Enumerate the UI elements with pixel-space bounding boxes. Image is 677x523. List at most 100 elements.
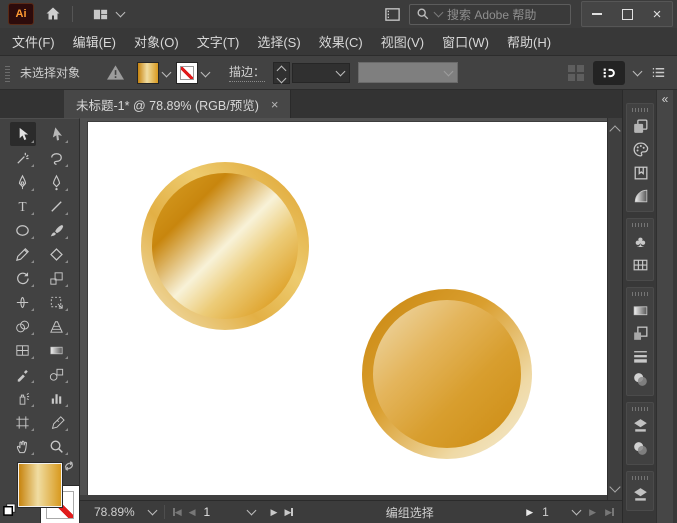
transparency-panel-icon[interactable] <box>630 369 650 389</box>
panel-gripper[interactable] <box>632 407 648 411</box>
magic-wand-tool[interactable] <box>10 146 36 170</box>
stroke-panel-icon[interactable] <box>630 346 650 366</box>
arrange-documents-icon[interactable] <box>89 3 111 25</box>
ellipse-tool[interactable] <box>10 218 36 242</box>
artboard-number-field[interactable]: 1 <box>204 505 230 519</box>
gold-coin-face[interactable] <box>152 173 298 319</box>
last-item-button[interactable]: ▶ <box>605 507 614 517</box>
menu-item[interactable]: 视图(V) <box>381 32 424 51</box>
menu-item[interactable]: 文字(T) <box>197 32 240 51</box>
document-tab[interactable]: 未标题-1* @ 78.89% (RGB/预览) × <box>64 90 292 118</box>
layers-panel-icon[interactable] <box>630 415 650 435</box>
stroke-weight-stepper[interactable] <box>273 61 291 84</box>
last-artboard-button[interactable]: ▶ <box>284 507 294 517</box>
play-selection-icon[interactable]: ▶ <box>526 507 533 517</box>
docs-panel-icon[interactable] <box>381 3 403 25</box>
menu-item[interactable]: 选择(S) <box>257 32 300 51</box>
previous-artboard-button[interactable]: ◀ <box>189 507 196 517</box>
menu-item[interactable]: 编辑(E) <box>73 32 116 51</box>
color-panel-icon[interactable] <box>630 139 650 159</box>
pen-tool[interactable] <box>10 170 36 194</box>
vertical-scrollbar[interactable] <box>607 118 622 500</box>
eraser-tool[interactable] <box>44 242 70 266</box>
panel-gripper[interactable] <box>632 476 648 480</box>
artboards-panel-icon[interactable] <box>630 254 650 274</box>
menu-item[interactable]: 效果(C) <box>319 32 363 51</box>
eyedropper-tool[interactable] <box>10 362 36 386</box>
lasso-tool[interactable] <box>44 146 70 170</box>
libraries-panel-icon[interactable] <box>630 116 650 136</box>
panel-gripper[interactable] <box>632 223 648 227</box>
panel-gripper[interactable] <box>632 108 648 112</box>
swap-fill-stroke-icon[interactable] <box>62 459 76 476</box>
slice-tool[interactable] <box>44 410 70 434</box>
appearance-panel-icon[interactable] <box>630 484 650 504</box>
perspective-grid-tool[interactable] <box>44 314 70 338</box>
opacity-panel-icon[interactable] <box>630 438 650 458</box>
chevron-down-icon[interactable] <box>161 67 172 78</box>
selection-number-field[interactable]: 1 <box>542 505 564 519</box>
zoom-tool[interactable] <box>44 434 70 458</box>
symbol-sprayer-tool[interactable] <box>10 386 36 410</box>
graph-tool[interactable] <box>44 386 70 410</box>
fill-swatch[interactable] <box>17 462 63 508</box>
gold-coin-face[interactable] <box>373 300 521 448</box>
home-icon[interactable] <box>42 3 64 25</box>
pathfinder-panel-icon[interactable] <box>630 323 650 343</box>
minimize-button[interactable] <box>582 2 612 26</box>
panel-list-icon[interactable] <box>650 64 667 81</box>
line-segment-tool[interactable] <box>44 194 70 218</box>
chevron-down-icon[interactable] <box>632 66 643 76</box>
artboard-chevron-icon[interactable] <box>246 505 256 516</box>
brushes-panel-icon[interactable] <box>630 185 650 205</box>
stroke-color-swatch[interactable] <box>176 61 199 84</box>
fill-color-swatch[interactable] <box>137 61 160 84</box>
stroke-weight-select[interactable] <box>292 62 351 83</box>
scroll-down-icon[interactable] <box>609 481 621 493</box>
close-button[interactable]: × <box>642 2 672 26</box>
stroke-weight-label[interactable]: 描边： <box>229 63 266 82</box>
selection-chevron-icon[interactable] <box>571 505 582 516</box>
tab-close-icon[interactable]: × <box>271 97 279 112</box>
chevron-down-icon[interactable] <box>200 67 211 78</box>
selection-tool[interactable] <box>9 122 36 146</box>
next-artboard-button[interactable]: ▶ <box>271 507 278 517</box>
hand-tool[interactable] <box>10 434 36 458</box>
width-tool[interactable] <box>10 290 36 314</box>
paintbrush-tool[interactable] <box>44 218 70 242</box>
direct-selection-tool[interactable] <box>44 122 70 146</box>
workspace-button[interactable] <box>593 60 625 85</box>
zoom-chevron-icon[interactable] <box>147 505 158 516</box>
scroll-up-icon[interactable] <box>609 125 621 137</box>
swatches-panel-icon[interactable] <box>630 162 650 182</box>
chevron-down-icon[interactable] <box>115 7 126 18</box>
mesh-tool[interactable] <box>10 338 36 362</box>
shape-builder-tool[interactable] <box>10 314 36 338</box>
scale-tool[interactable] <box>44 266 70 290</box>
menu-item[interactable]: 文件(F) <box>12 32 55 51</box>
artboard[interactable] <box>88 122 608 495</box>
curvature-tool[interactable] <box>44 170 70 194</box>
free-transform-tool[interactable] <box>44 290 70 314</box>
pencil-tool[interactable] <box>10 242 36 266</box>
menu-item[interactable]: 对象(O) <box>134 32 179 51</box>
menu-item[interactable]: 窗口(W) <box>442 32 489 51</box>
first-artboard-button[interactable]: ◀ <box>172 507 182 517</box>
panel-gripper[interactable] <box>5 63 10 82</box>
artboard-tool[interactable] <box>10 410 36 434</box>
type-tool[interactable]: T <box>10 194 36 218</box>
collapse-panels-icon[interactable]: « <box>658 92 672 106</box>
default-fill-stroke-icon[interactable] <box>3 503 16 519</box>
panel-gripper[interactable] <box>632 292 648 296</box>
app-logo[interactable]: Ai <box>8 3 34 25</box>
maximize-button[interactable] <box>612 2 642 26</box>
menu-item[interactable]: 帮助(H) <box>507 32 551 51</box>
blend-tool[interactable] <box>44 362 70 386</box>
search-input[interactable]: 搜索 Adobe 帮助 <box>409 3 571 25</box>
gradient-panel-icon[interactable] <box>630 300 650 320</box>
next-item-button[interactable]: ▶ <box>589 507 596 517</box>
symbols-panel-icon[interactable]: ♣ <box>630 231 650 251</box>
grid-icon[interactable] <box>568 64 584 81</box>
zoom-level[interactable]: 78.89% <box>94 505 135 519</box>
rotate-tool[interactable] <box>10 266 36 290</box>
